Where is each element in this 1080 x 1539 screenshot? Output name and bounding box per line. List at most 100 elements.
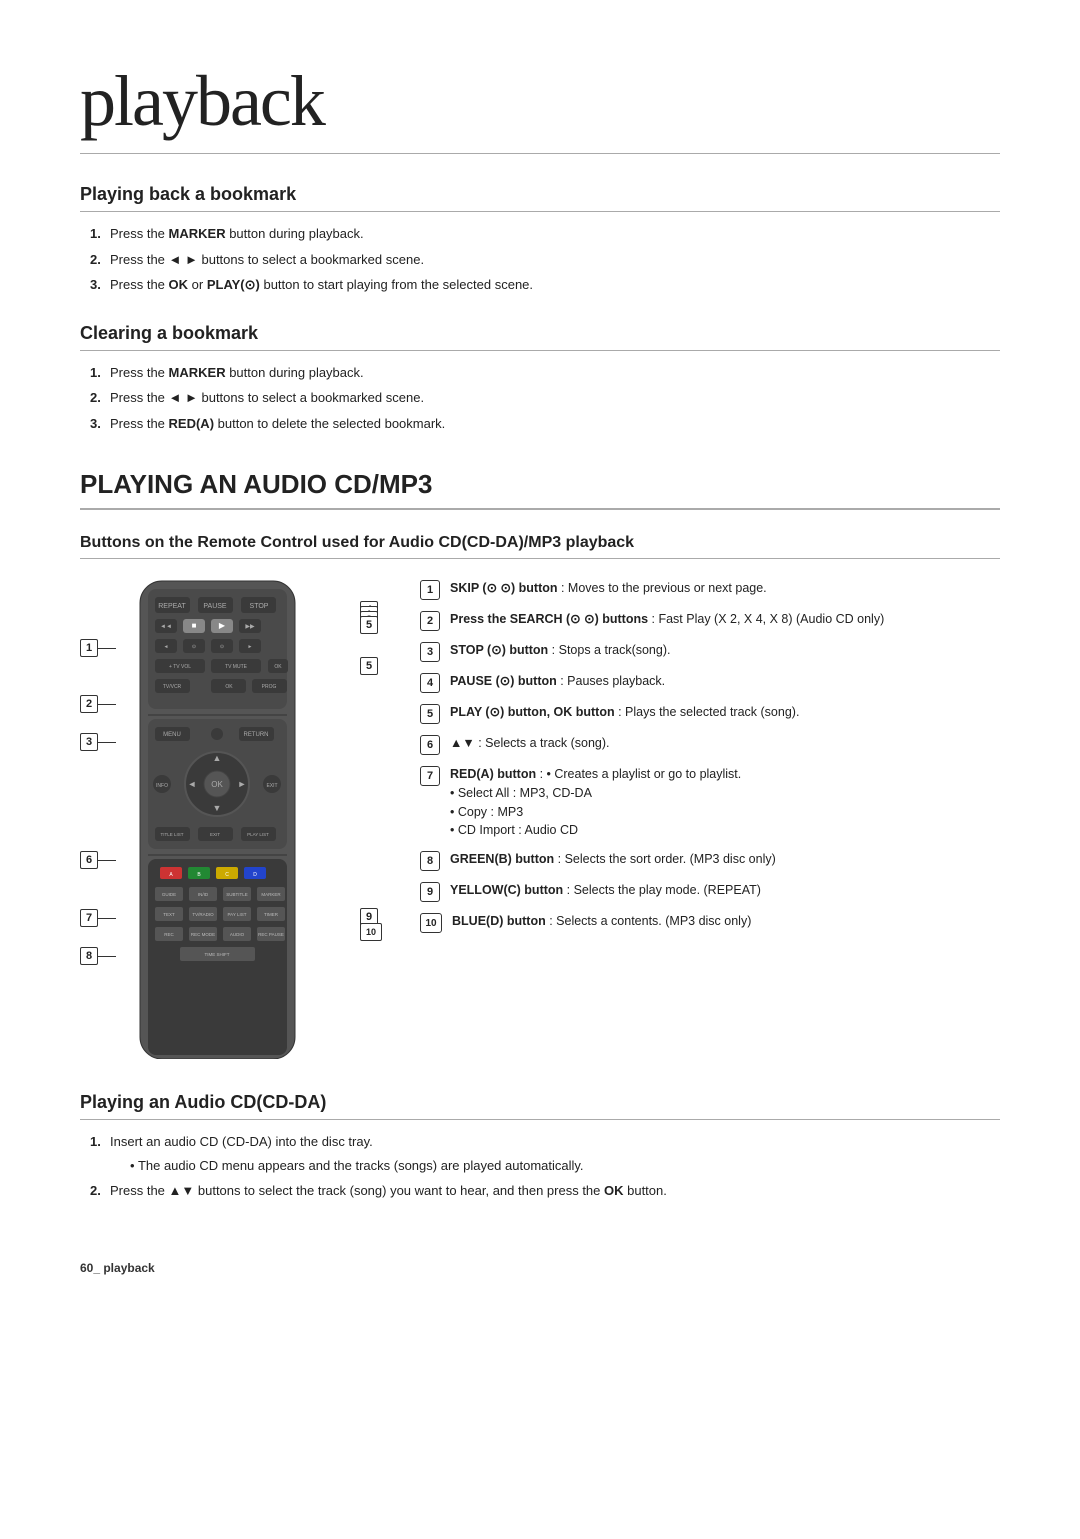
- svg-text:⊙: ⊙: [220, 644, 224, 650]
- callout-5b: 5: [360, 657, 378, 675]
- svg-text:AUDIO: AUDIO: [230, 932, 245, 937]
- desc-item-2: 2 Press the SEARCH (⊙ ⊙) buttons : Fast …: [420, 610, 1000, 631]
- remote-body: REPEAT PAUSE STOP ◄◄ ■ ▶ ▶▶: [120, 579, 315, 1062]
- callout-bottom-right: 9 10: [360, 916, 375, 932]
- badge-1: 1: [420, 580, 440, 600]
- svg-text:D: D: [253, 872, 257, 878]
- svg-text:■: ■: [192, 621, 197, 630]
- svg-text:REC PAUSE: REC PAUSE: [258, 932, 284, 937]
- step-item: 2.Press the ◄ ► buttons to select a book…: [90, 250, 1000, 270]
- svg-text:STOP: STOP: [250, 603, 269, 610]
- callout-left: 1 2 3 6 7: [80, 639, 116, 965]
- sub-bullet: The audio CD menu appears and the tracks…: [110, 1156, 1000, 1176]
- svg-text:►: ►: [238, 779, 247, 789]
- svg-text:◄◄: ◄◄: [160, 624, 172, 630]
- svg-text:TV/RADIO: TV/RADIO: [192, 912, 214, 917]
- desc-item-3: 3 STOP (⊙) button : Stops a track(song).: [420, 641, 1000, 662]
- svg-text:PAUSE: PAUSE: [203, 603, 227, 610]
- svg-text:PROG: PROG: [262, 684, 277, 690]
- bookmark-clear-steps: 1.Press the MARKER button during playbac…: [90, 363, 1000, 434]
- section-audio-cd-mp3: PLAYING AN AUDIO CD/MP3 Buttons on the R…: [80, 469, 1000, 1062]
- svg-text:▶: ▶: [219, 621, 226, 630]
- svg-text:MENU: MENU: [163, 732, 181, 738]
- desc-text-7: RED(A) button : • Creates a playlist or …: [450, 765, 1000, 840]
- svg-text:IN/ID: IN/ID: [198, 892, 209, 897]
- badge-2: 2: [420, 611, 440, 631]
- page-footer: 60_ playback: [80, 1261, 1000, 1275]
- svg-text:GUIDE: GUIDE: [162, 892, 176, 897]
- section-bookmark-play-heading: Playing back a bookmark: [80, 184, 1000, 212]
- audio-cdda-heading: Playing an Audio CD(CD-DA): [80, 1092, 1000, 1120]
- section-audio-cdda: Playing an Audio CD(CD-DA) 1. Insert an …: [80, 1092, 1000, 1201]
- callout-3: 3: [80, 733, 98, 751]
- svg-text:SUBTITLE: SUBTITLE: [226, 892, 248, 897]
- desc-text-1: SKIP (⊙ ⊙) button : Moves to the previou…: [450, 579, 1000, 600]
- svg-text:▲: ▲: [213, 753, 222, 763]
- callout-right-top: 4 1 2 5 5: [360, 609, 375, 670]
- svg-text:TIME SHIFT: TIME SHIFT: [205, 952, 230, 957]
- badge-3: 3: [420, 642, 440, 662]
- callout-8: 8: [80, 947, 98, 965]
- badge-8: 8: [420, 851, 440, 871]
- desc-item-4: 4 PAUSE (⊙) button : Pauses playback.: [420, 672, 1000, 693]
- step-item: 1.Press the MARKER button during playbac…: [90, 363, 1000, 383]
- callout-7: 7: [80, 909, 98, 927]
- audio-cdda-steps: 1. Insert an audio CD (CD-DA) into the d…: [90, 1132, 1000, 1201]
- step-item: 1.Press the MARKER button during playbac…: [90, 224, 1000, 244]
- svg-text:TV MUTE: TV MUTE: [225, 664, 248, 670]
- svg-text:+ TV VOL: + TV VOL: [169, 664, 191, 670]
- audio-cd-mp3-subheading: Buttons on the Remote Control used for A…: [80, 534, 1000, 559]
- remote-diagram: 1 2 3 6 7: [80, 579, 390, 1062]
- desc-text-2: Press the SEARCH (⊙ ⊙) buttons : Fast Pl…: [450, 610, 1000, 631]
- desc-text-4: PAUSE (⊙) button : Pauses playback.: [450, 672, 1000, 693]
- section-bookmark-clear-heading: Clearing a bookmark: [80, 323, 1000, 351]
- svg-text:REC: REC: [164, 932, 174, 937]
- svg-text:▶▶: ▶▶: [245, 624, 255, 630]
- callout-2: 2: [80, 695, 98, 713]
- badge-9: 9: [420, 882, 440, 902]
- svg-text:⊙: ⊙: [192, 644, 196, 650]
- page-title: playback: [80, 60, 1000, 154]
- svg-text:REC MODE: REC MODE: [191, 932, 215, 937]
- svg-text:◄: ◄: [164, 644, 169, 650]
- desc-item-9: 9 YELLOW(C) button : Selects the play mo…: [420, 881, 1000, 902]
- svg-text:INFO: INFO: [156, 783, 168, 789]
- svg-text:TIMER: TIMER: [264, 912, 279, 917]
- section-clearing-bookmark: Clearing a bookmark 1.Press the MARKER b…: [80, 323, 1000, 434]
- step-item: 2.Press the ◄ ► buttons to select a book…: [90, 388, 1000, 408]
- desc-text-6: ▲▼ : Selects a track (song).: [450, 734, 1000, 755]
- bookmark-play-steps: 1.Press the MARKER button during playbac…: [90, 224, 1000, 295]
- svg-text:EXIT: EXIT: [210, 832, 220, 837]
- svg-text:OK: OK: [225, 684, 233, 690]
- callout-5r: 5: [360, 616, 378, 634]
- badge-6: 6: [420, 735, 440, 755]
- svg-text:◄: ◄: [188, 779, 197, 789]
- desc-item-5: 5 PLAY (⊙) button, OK button : Plays the…: [420, 703, 1000, 724]
- desc-text-3: STOP (⊙) button : Stops a track(song).: [450, 641, 1000, 662]
- step-item: 1. Insert an audio CD (CD-DA) into the d…: [90, 1132, 1000, 1175]
- desc-item-1: 1 SKIP (⊙ ⊙) button : Moves to the previ…: [420, 579, 1000, 600]
- button-descriptions: 1 SKIP (⊙ ⊙) button : Moves to the previ…: [420, 579, 1000, 1062]
- desc-item-10: 10 BLUE(D) button : Selects a contents. …: [420, 912, 1000, 933]
- badge-7: 7: [420, 766, 440, 786]
- remote-section: 1 2 3 6 7: [80, 579, 1000, 1062]
- svg-text:▼: ▼: [213, 803, 222, 813]
- desc-item-6: 6 ▲▼ : Selects a track (song).: [420, 734, 1000, 755]
- svg-text:RETURN: RETURN: [244, 732, 269, 738]
- desc-item-7: 7 RED(A) button : • Creates a playlist o…: [420, 765, 1000, 840]
- desc-text-9: YELLOW(C) button : Selects the play mode…: [450, 881, 1000, 902]
- svg-text:MARKER: MARKER: [261, 892, 281, 897]
- section-playing-bookmark: Playing back a bookmark 1.Press the MARK…: [80, 184, 1000, 295]
- badge-5: 5: [420, 704, 440, 724]
- svg-text:EXIT: EXIT: [266, 783, 277, 789]
- svg-text:►: ►: [248, 644, 253, 650]
- desc-text-10: BLUE(D) button : Selects a contents. (MP…: [452, 912, 1000, 933]
- badge-10: 10: [420, 913, 442, 933]
- svg-text:OK: OK: [211, 780, 223, 789]
- svg-text:OK: OK: [274, 664, 282, 670]
- step-item: 2. Press the ▲▼ buttons to select the tr…: [90, 1181, 1000, 1201]
- callout-6: 6: [80, 851, 98, 869]
- svg-text:TV/VCR: TV/VCR: [163, 684, 182, 690]
- desc-item-8: 8 GREEN(B) button : Selects the sort ord…: [420, 850, 1000, 871]
- callout-1: 1: [80, 639, 98, 657]
